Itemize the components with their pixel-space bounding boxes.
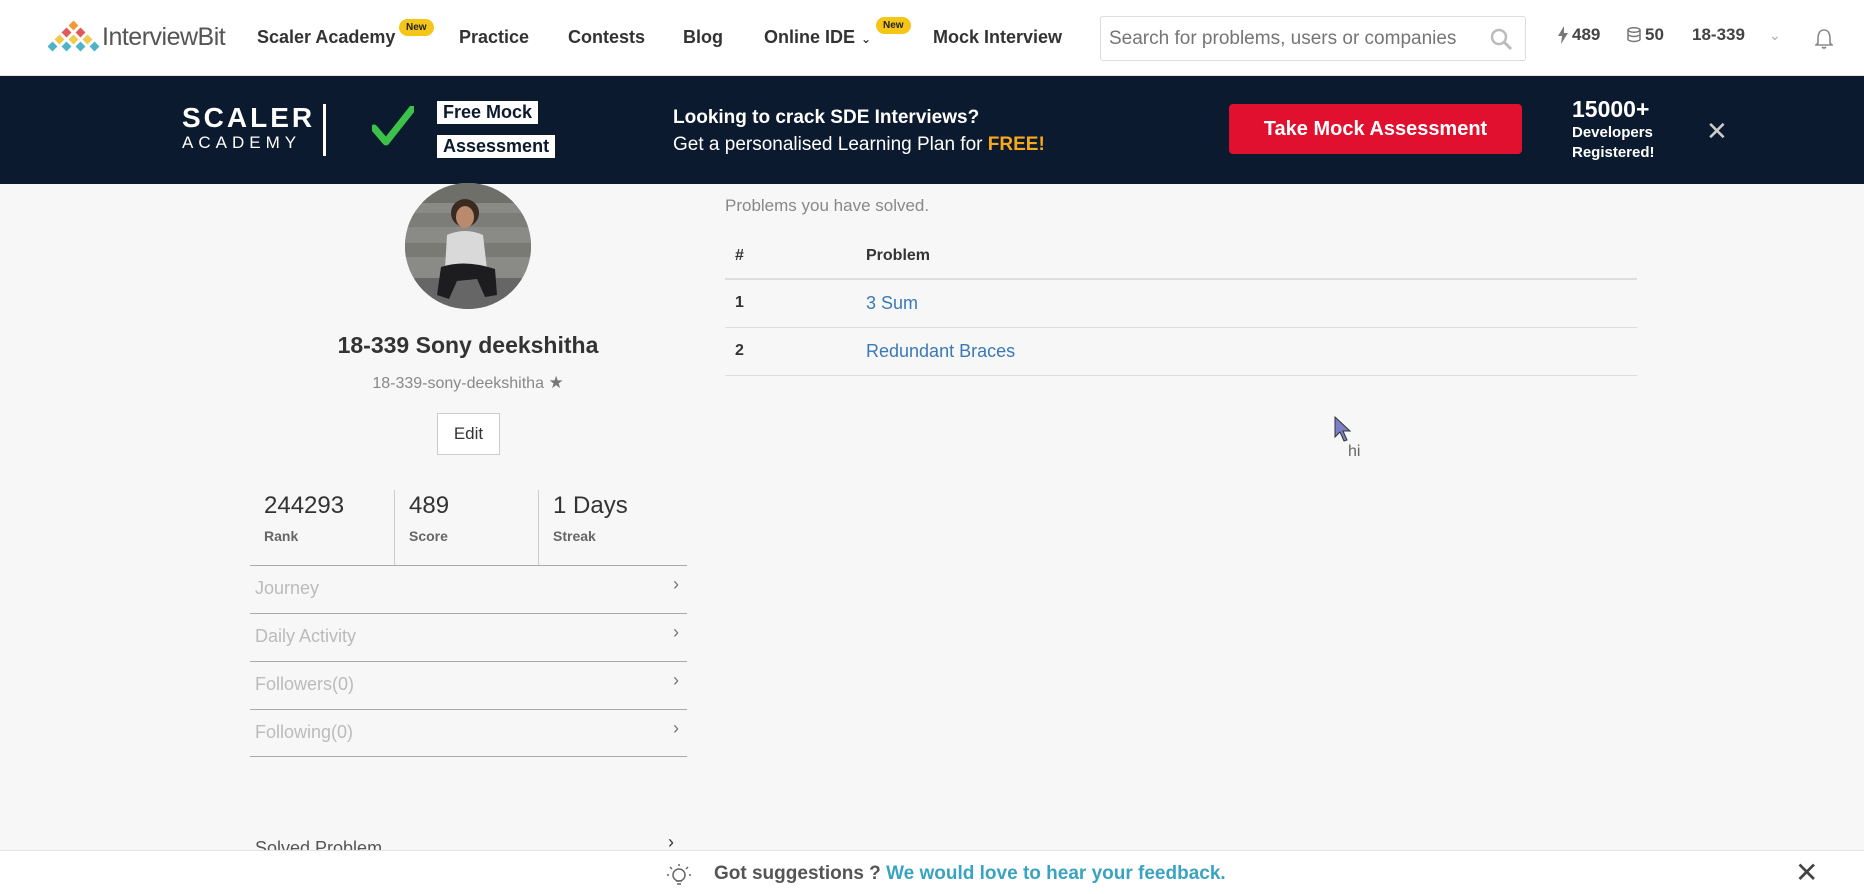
score-value: 489: [409, 492, 450, 519]
problem-cell: Redundant Braces: [856, 327, 1637, 376]
menu-item-label: Journey: [255, 578, 320, 598]
row-number: 1: [725, 279, 856, 328]
logo-text: InterviewBit: [102, 22, 226, 51]
edit-profile-button[interactable]: Edit: [437, 413, 500, 455]
scaler-academy-logo: SCALER ACADEMY: [182, 102, 316, 152]
lightbulb-icon: [667, 864, 691, 885]
profile-name: 18-339 Sony deekshitha: [337, 332, 599, 358]
coins-indicator[interactable]: 50: [1627, 25, 1664, 45]
banner-subline: Get a personalised Learning Plan for FRE…: [673, 131, 1045, 158]
search-input[interactable]: [1101, 17, 1471, 60]
scaler-logo-line2: ACADEMY: [182, 133, 302, 152]
banner-headline: Looking to crack SDE Interviews?: [673, 107, 980, 128]
chevron-down-icon: ⌄: [861, 32, 872, 46]
mouse-cursor-icon: [1334, 416, 1352, 442]
chevron-down-icon: ⌄: [1768, 26, 1781, 43]
nav-online-ide-label: Online IDE: [764, 27, 856, 47]
stat-rank: 244293 Rank: [250, 490, 394, 565]
banner-free-highlight: FREE!: [987, 134, 1045, 155]
user-menu[interactable]: 18-339 ⌄: [1692, 25, 1781, 45]
menu-item-label: Daily Activity: [255, 626, 357, 646]
row-number: 2: [725, 327, 856, 376]
problem-cell: 3 Sum: [856, 279, 1637, 328]
new-badge: New: [876, 17, 911, 34]
table-header-row: # Problem: [725, 233, 1637, 280]
score-value: 489: [1572, 25, 1601, 44]
stat-score: 489 Score: [394, 490, 538, 565]
table-row: 1 3 Sum: [725, 279, 1637, 328]
feedback-prompt: Got suggestions ?: [714, 863, 887, 884]
chevron-right-icon: ›: [673, 670, 679, 690]
chevron-right-icon: ›: [673, 574, 679, 594]
menu-item-followers[interactable]: Followers(0) ›: [250, 661, 687, 709]
solved-caption: Problems you have solved.: [725, 196, 930, 215]
rank-label: Rank: [264, 528, 299, 544]
problem-link[interactable]: 3 Sum: [866, 293, 918, 313]
menu-item-label: Following(0): [255, 722, 354, 742]
feedback-bar: Got suggestions ? We would love to hear …: [0, 850, 1864, 894]
assessment-tag: Assessment: [437, 135, 556, 158]
profile-stats: 244293 Rank 489 Score 1 Days Streak: [250, 490, 682, 565]
banner-subline-text: Get a personalised Learning Plan for: [673, 134, 988, 155]
feedback-link[interactable]: We would love to hear your feedback.: [886, 863, 1226, 884]
streak-label: Streak: [553, 528, 596, 544]
nav-practice[interactable]: Practice: [459, 27, 529, 48]
coins-value: 50: [1645, 25, 1664, 44]
promo-banner: SCALER ACADEMY Free Mock Assessment Look…: [0, 76, 1864, 184]
free-mock-tag: Free Mock: [437, 101, 539, 124]
chevron-right-icon: ›: [673, 622, 679, 642]
dev-label-line2: Registered!: [1572, 144, 1655, 161]
solved-problems-table: # Problem 1 3 Sum 2 Redundant Braces: [725, 233, 1637, 376]
nav-blog[interactable]: Blog: [683, 27, 723, 48]
streak-value: 1 Days: [553, 492, 628, 519]
menu-item-label: Followers(0): [255, 674, 355, 694]
feedback-message: Got suggestions ? We would love to hear …: [714, 863, 1226, 885]
search-box: [1100, 16, 1526, 61]
checkmark-icon: [372, 106, 414, 146]
table-row: 2 Redundant Braces: [725, 327, 1637, 376]
developers-registered: 15000+ Developers Registered!: [1572, 96, 1655, 163]
nav-mock-interview[interactable]: Mock Interview: [933, 27, 1062, 48]
score-indicator[interactable]: 489: [1558, 25, 1600, 45]
dev-count: 15000+: [1572, 96, 1650, 122]
menu-item-following[interactable]: Following(0) ›: [250, 709, 687, 757]
scaler-logo-line1: SCALER: [182, 102, 316, 133]
problem-link[interactable]: Redundant Braces: [866, 341, 1015, 361]
banner-message: Looking to crack SDE Interviews? Get a p…: [673, 104, 1045, 158]
chevron-right-icon: ›: [673, 718, 679, 738]
search-icon[interactable]: [1489, 27, 1513, 51]
new-badge: New: [399, 19, 434, 36]
logo-mark-icon: [48, 20, 100, 52]
stat-streak: 1 Days Streak: [538, 490, 682, 565]
close-icon[interactable]: ✕: [1795, 859, 1818, 887]
profile-handle-text: 18-339-sony-deekshitha: [372, 375, 544, 392]
nav-scaler-academy[interactable]: Scaler Academy: [257, 27, 395, 48]
bell-icon[interactable]: [1815, 28, 1833, 50]
username: 18-339: [1692, 25, 1745, 44]
column-header-problem: Problem: [856, 233, 1637, 280]
avatar-photo: [405, 183, 531, 309]
lightning-icon: [1558, 26, 1568, 44]
star-icon: ★: [548, 373, 564, 392]
banner-divider: [323, 104, 326, 156]
avatar: [405, 183, 531, 309]
nav-online-ide[interactable]: Online IDE ⌄: [764, 27, 871, 48]
menu-item-journey[interactable]: Journey ›: [250, 565, 687, 613]
top-navbar: InterviewBit Scaler Academy New Practice…: [0, 0, 1864, 76]
score-label: Score: [409, 528, 448, 544]
profile-handle: 18-339-sony-deekshitha ★: [240, 373, 696, 393]
menu-item-daily-activity[interactable]: Daily Activity ›: [250, 613, 687, 661]
cursor-tooltip: hi: [1348, 443, 1361, 460]
coins-icon: [1627, 27, 1641, 43]
rank-value: 244293: [264, 492, 345, 519]
profile-menu: Journey › Daily Activity › Followers(0) › F…: [250, 565, 687, 757]
interviewbit-logo[interactable]: InterviewBit: [48, 20, 226, 54]
take-mock-assessment-button[interactable]: Take Mock Assessment: [1229, 104, 1522, 154]
dev-label-line1: Developers: [1572, 124, 1653, 141]
column-header-number: #: [725, 233, 856, 280]
close-icon[interactable]: ✕: [1706, 118, 1728, 144]
nav-contests[interactable]: Contests: [568, 27, 645, 48]
